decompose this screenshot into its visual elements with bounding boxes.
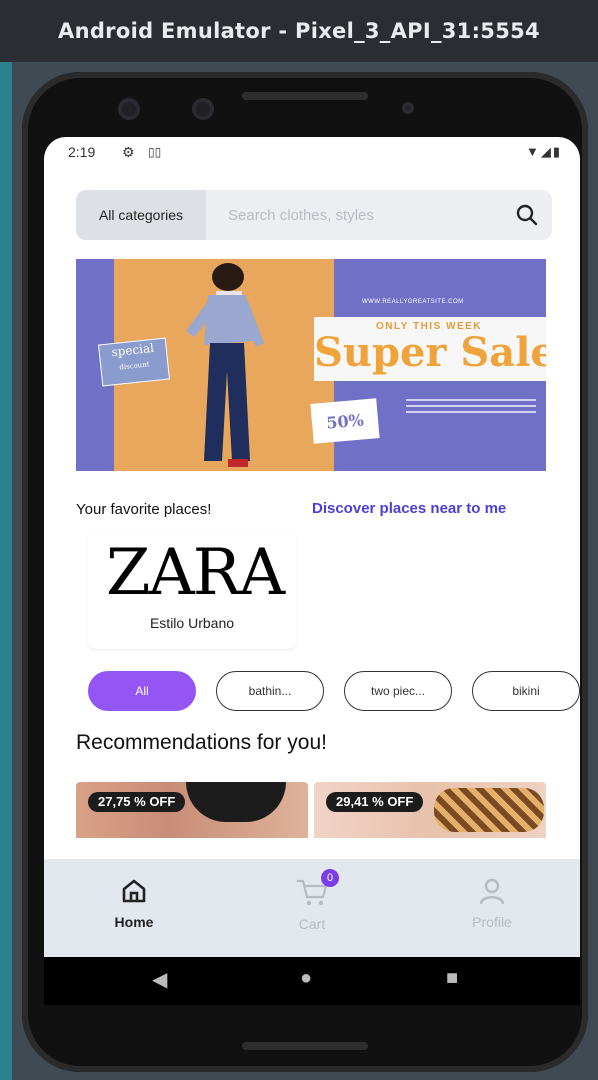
banner-special-tag: special discount [97, 337, 171, 387]
discount-badge: 27,75 % OFF [88, 792, 186, 812]
discount-badge: 29,41 % OFF [326, 792, 424, 812]
banner-fine-print [406, 399, 536, 419]
sim-icon: ▯▯ [148, 145, 162, 159]
app-screen: 2:19 ⚙ ▯▯ ▼◢▮ All categories WWW.REALLYG… [44, 137, 580, 957]
front-camera-2-icon [192, 98, 214, 120]
status-bar: 2:19 ⚙ ▯▯ ▼◢▮ [44, 137, 580, 167]
category-chips: All bathin... two piec... bikini [88, 671, 580, 715]
recommendations-list: 27,75 % OFF 29,41 % OFF [76, 782, 546, 838]
status-time: 2:19 [68, 144, 96, 160]
product-image [434, 788, 544, 832]
window-title: Android Emulator - Pixel_3_API_31:5554 [58, 19, 540, 43]
system-navigation-bar: ◀ ● ■ [44, 957, 580, 1005]
chip-all[interactable]: All [88, 671, 196, 711]
chip-two-piece[interactable]: two piec... [344, 671, 452, 711]
all-categories-button[interactable]: All categories [76, 190, 206, 240]
home-icon [122, 879, 146, 903]
profile-icon [479, 878, 505, 905]
banner-headline: Super Sale [314, 329, 546, 376]
nav-home-label: Home [114, 914, 154, 930]
wifi-signal-battery-icons: ▼◢▮ [525, 144, 562, 159]
favorite-place-card[interactable]: ZARA Estilo Urbano [88, 529, 296, 649]
super-sale-banner[interactable]: WWW.REALLYGREATSITE.COM ONLY THIS WEEK S… [76, 259, 546, 471]
gear-icon: ⚙ [122, 143, 135, 160]
search-bar: All categories [76, 190, 552, 240]
chip-bikini[interactable]: bikini [472, 671, 580, 711]
product-card[interactable]: 27,75 % OFF [76, 782, 308, 838]
emulator-title-bar: Android Emulator - Pixel_3_API_31:5554 [0, 0, 598, 62]
nav-cart[interactable]: 0 Cart [262, 869, 362, 932]
nav-profile-label: Profile [472, 914, 512, 930]
home-circle-icon[interactable]: ● [300, 967, 312, 990]
recommendations-title: Recommendations for you! [76, 731, 327, 754]
desktop-edge [0, 62, 12, 1080]
product-card[interactable]: 29,41 % OFF [314, 782, 546, 838]
earpiece-speaker [242, 92, 368, 100]
favorite-places-label: Your favorite places! [76, 501, 212, 518]
chip-bathing[interactable]: bathin... [216, 671, 324, 711]
banner-url-text: WWW.REALLYGREATSITE.COM [362, 299, 464, 305]
cart-count-badge: 0 [321, 869, 339, 887]
product-image [186, 782, 286, 822]
front-camera-icon [118, 98, 140, 120]
nav-home[interactable]: Home [84, 877, 184, 930]
nav-cart-label: Cart [298, 916, 326, 932]
place-subtitle: Estilo Urbano [149, 615, 235, 631]
sensor-icon [402, 102, 414, 114]
back-icon[interactable]: ◀ [152, 967, 167, 992]
recents-icon[interactable]: ■ [446, 967, 458, 990]
bottom-navigation: Home 0 Cart Profile [44, 859, 580, 957]
search-input[interactable] [206, 190, 502, 240]
nav-profile[interactable]: Profile [442, 877, 542, 930]
bottom-speaker [242, 1042, 368, 1050]
search-icon[interactable] [502, 190, 552, 240]
banner-discount-tag: 50% [310, 398, 380, 444]
discover-places-link[interactable]: Discover places near to me [312, 500, 506, 517]
zara-logo: ZARA [106, 536, 285, 610]
